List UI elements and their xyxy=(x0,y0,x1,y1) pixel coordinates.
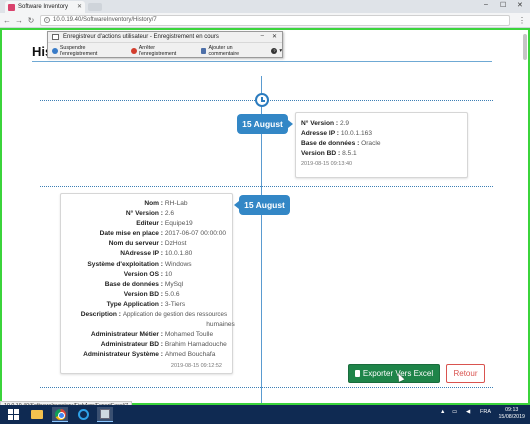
chrome-taskbar-button[interactable] xyxy=(52,407,68,422)
timeline-divider xyxy=(40,186,493,187)
browser-tab[interactable]: Software Inventory ✕ xyxy=(5,1,85,13)
clock-time: 09:13 xyxy=(505,407,519,413)
field-row: Adresse IP : 10.0.1.163 xyxy=(301,130,373,138)
address-bar[interactable]: i 10.0.19.40/SoftwareInventory/History/7 xyxy=(40,14,510,26)
recorder-title: Enregistreur d'actions utilisateur - Enr… xyxy=(63,34,219,40)
start-button[interactable] xyxy=(5,407,21,422)
field-row: Type Application : 3-Tiers xyxy=(106,300,186,308)
minimize-icon[interactable]: – xyxy=(484,1,488,8)
close-icon[interactable]: ✕ xyxy=(272,33,277,40)
field-row: Editeur : Equipe19 xyxy=(136,220,193,228)
app-favicon-icon xyxy=(8,3,15,11)
field-row: Base de données : MySql xyxy=(104,280,184,288)
browser-toolbar: ← → ↻ i 10.0.19.40/SoftwareInventory/His… xyxy=(0,13,530,28)
recorder-titlebar[interactable]: Enregistreur d'actions utilisateur - Enr… xyxy=(48,32,282,43)
field-row: Base de données : Oracle xyxy=(301,140,381,148)
field-row: Version BD : 5.0.6 xyxy=(123,290,180,298)
clock-date: 15/08/2019 xyxy=(498,414,525,420)
site-info-icon[interactable]: i xyxy=(44,17,50,23)
taskbar-clock[interactable]: 09:13 15/08/2019 xyxy=(498,407,525,421)
volume-icon[interactable]: ◀ xyxy=(466,409,470,415)
field-row: Système d'exploitation : Windows xyxy=(87,260,192,268)
file-excel-icon xyxy=(354,370,360,377)
close-tab-icon[interactable]: ✕ xyxy=(77,3,82,10)
language-indicator[interactable]: FRA xyxy=(480,409,491,415)
field-row: humaines xyxy=(206,321,235,329)
history-card: Nom : RH-Lab N° Version : 2.6 Editeur : … xyxy=(60,193,235,374)
timeline-divider xyxy=(40,387,493,388)
chrome-icon xyxy=(54,408,66,420)
field-row: Nom du serveur : DzHost xyxy=(108,240,187,248)
close-window-icon[interactable]: ✕ xyxy=(517,1,523,9)
reload-icon[interactable]: ↻ xyxy=(26,16,36,25)
maximize-icon[interactable]: ☐ xyxy=(500,1,506,9)
field-row: N° Version : 2.6 xyxy=(125,210,175,218)
folder-icon xyxy=(31,410,43,419)
browser-menu-icon[interactable]: ⋮ xyxy=(518,16,526,25)
forward-arrow-icon[interactable]: → xyxy=(14,16,24,25)
stop-recording-button[interactable]: Arrêter l'enregistrement xyxy=(130,45,193,57)
pause-recording-button[interactable]: Suspendre l'enregistrement xyxy=(52,45,123,57)
help-button[interactable]: ? ▾ xyxy=(271,47,282,54)
network-icon[interactable]: ▭ xyxy=(452,409,457,415)
steps-recorder-icon xyxy=(100,409,110,419)
page-scrollbar[interactable] xyxy=(523,34,527,60)
pause-icon xyxy=(52,47,58,54)
stop-icon xyxy=(130,47,137,54)
field-row: Version OS : 10 xyxy=(123,270,173,278)
date-badge: 15 August xyxy=(237,114,293,134)
entry-timestamp: 2019-08-15 09:13:40 xyxy=(301,161,353,168)
new-tab-button[interactable] xyxy=(88,3,102,11)
chevron-down-icon: ▾ xyxy=(279,47,282,54)
back-arrow-icon[interactable]: ← xyxy=(2,16,12,25)
help-icon: ? xyxy=(271,47,278,54)
export-excel-button[interactable]: Exporter Vers Excel xyxy=(348,364,440,383)
field-row: Administrateur Système : Ahmed Bouchafa xyxy=(83,351,216,359)
field-row: Administrateur Métier : Mohamed Toulle xyxy=(90,331,214,339)
field-row: NAdresse IP : 10.0.1.80 xyxy=(120,250,193,258)
browser-tabbar: Software Inventory ✕ – ☐ ✕ xyxy=(0,0,530,13)
file-explorer-button[interactable] xyxy=(29,407,45,422)
internet-explorer-icon xyxy=(77,409,89,420)
taskbar: ▲ ▭ ◀ FRA 09:13 15/08/2019 xyxy=(0,405,530,424)
recorder-app-icon xyxy=(52,34,59,40)
entry-timestamp: 2019-08-15 09:12:52 xyxy=(170,362,222,369)
windows-icon xyxy=(7,409,19,420)
steps-recorder-window: Enregistreur d'actions utilisateur - Enr… xyxy=(47,31,283,58)
tab-title: Software Inventory xyxy=(18,4,69,10)
field-row: Version BD : 8.5.1 xyxy=(301,150,357,158)
field-row: Nom : RH-Lab xyxy=(144,200,188,207)
steps-recorder-taskbar-button[interactable] xyxy=(97,407,113,422)
comment-icon xyxy=(200,47,207,54)
history-card: N° Version : 2.9 Adresse IP : 10.0.1.163… xyxy=(295,112,468,178)
field-row: Administrateur BD : Brahim Hamadouche xyxy=(100,341,227,349)
date-badge: 15 August xyxy=(234,195,290,215)
page-viewport: His 15 August N° Version : 2.9 Adresse I… xyxy=(0,28,530,405)
url-text: 10.0.19.40/SoftwareInventory/History/7 xyxy=(53,17,157,23)
title-divider xyxy=(32,61,492,62)
field-row: N° Version : 2.9 xyxy=(301,120,350,127)
field-row: Description : Application de gestion des… xyxy=(80,311,228,319)
add-comment-button[interactable]: Ajouter un commentaire xyxy=(200,45,264,57)
field-row: Date mise en place : 2017-06-07 00:00:00 xyxy=(99,230,227,238)
clock-icon xyxy=(255,93,269,107)
back-button[interactable]: Retour xyxy=(446,364,485,383)
recorder-actions: Suspendre l'enregistrement Arrêter l'enr… xyxy=(48,43,282,58)
ie-taskbar-button[interactable] xyxy=(75,407,91,422)
minimize-icon[interactable]: – xyxy=(261,33,264,39)
tray-up-arrow-icon[interactable]: ▲ xyxy=(440,409,445,415)
